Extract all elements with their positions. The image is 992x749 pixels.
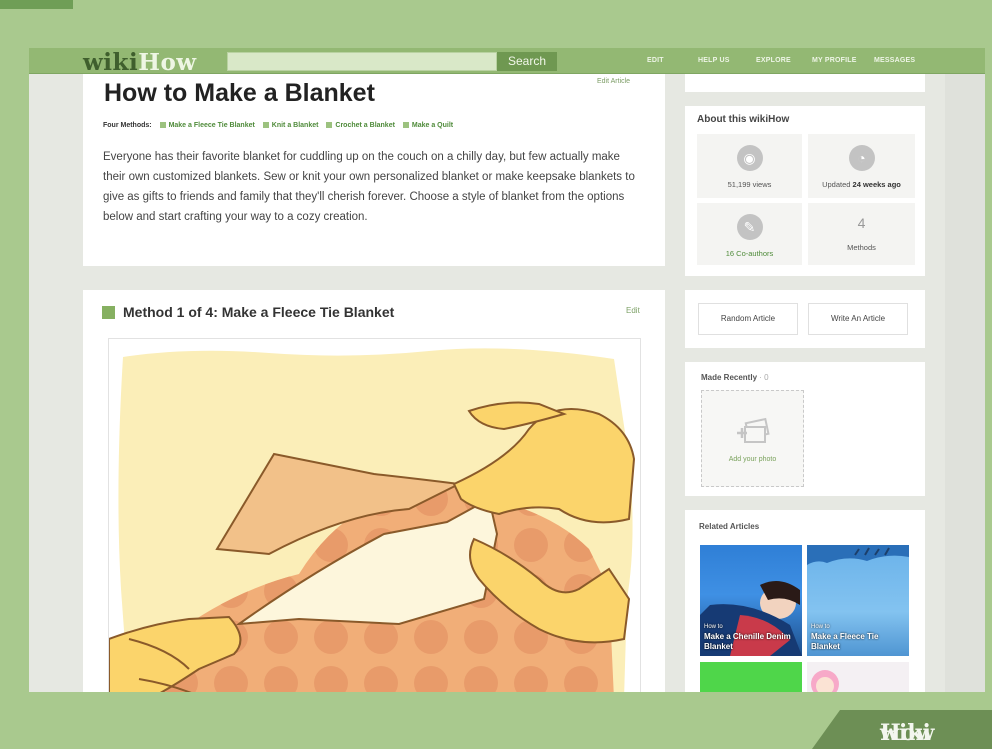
write-article-button[interactable]: Write An Article bbox=[808, 303, 908, 335]
stat-methods: 4 Methods bbox=[808, 203, 915, 265]
method-link-quilt[interactable]: Make a Quilt bbox=[402, 122, 453, 129]
methods-label: Four Methods: bbox=[103, 122, 152, 129]
nav-help-us[interactable]: HELP US bbox=[698, 48, 730, 74]
random-article-button[interactable]: Random Article bbox=[698, 303, 798, 335]
clock-icon: ◔ bbox=[848, 145, 875, 171]
stat-views: ◉ 51,199 views bbox=[697, 134, 802, 198]
step-illustration bbox=[108, 338, 641, 692]
views-count: 51,199 views bbox=[727, 180, 772, 189]
search-button[interactable]: Search bbox=[497, 52, 557, 71]
blanket-illustration-image bbox=[109, 339, 640, 692]
add-photo-button[interactable]: Add your photo bbox=[701, 390, 804, 487]
edit-article-link[interactable]: Edit Article bbox=[597, 78, 630, 85]
related-articles-title: Related Articles bbox=[699, 522, 760, 531]
search-input[interactable] bbox=[227, 52, 497, 71]
methods-count: 4 bbox=[857, 215, 866, 231]
right-gutter bbox=[945, 74, 985, 692]
about-title: About this wikiHow bbox=[697, 114, 790, 125]
related-article-thumb-fleece[interactable]: How to Make a Fleece Tie Blanket bbox=[807, 545, 909, 656]
method-edit-link[interactable]: Edit bbox=[626, 306, 640, 315]
top-nav-bar: wikiHow Search EDIT HELP US EXPLORE MY P… bbox=[29, 48, 985, 76]
related-article-thumb-chenille[interactable]: How to Make a Chenille Denim Blanket bbox=[700, 545, 802, 656]
related-article-thumb-3[interactable] bbox=[700, 662, 802, 692]
nav-edit[interactable]: EDIT bbox=[647, 48, 664, 74]
nav-my-profile[interactable]: MY PROFILE bbox=[812, 48, 857, 74]
add-photo-icon bbox=[736, 417, 770, 443]
add-photo-label: Add your photo bbox=[728, 456, 777, 463]
corner-accent bbox=[0, 0, 73, 9]
article-intro-text: Everyone has their favorite blanket for … bbox=[103, 151, 635, 223]
nav-explore[interactable]: EXPLORE bbox=[756, 48, 791, 74]
method-marker-icon bbox=[102, 306, 115, 319]
wikihow-logo[interactable]: wikiHow bbox=[83, 49, 197, 76]
stat-updated: ◔ Updated 24 weeks ago bbox=[808, 134, 915, 198]
nav-messages[interactable]: MESSAGES bbox=[874, 48, 915, 74]
pencil-icon: ✎ bbox=[736, 214, 763, 240]
made-recently-title: Made Recently · 0 bbox=[701, 373, 769, 382]
methods-list: Four Methods: Make a Fleece Tie Blanket … bbox=[103, 122, 453, 129]
stat-coauthors[interactable]: ✎ 16 Co-authors bbox=[697, 203, 802, 265]
browser-page: wikiHow Search EDIT HELP US EXPLORE MY P… bbox=[29, 48, 985, 692]
method-heading: Method 1 of 4: Make a Fleece Tie Blanket bbox=[102, 304, 394, 320]
wikihow-watermark: wiki How bbox=[812, 710, 992, 749]
method-link-knit[interactable]: Knit a Blanket bbox=[262, 122, 318, 129]
sidebar-top-card bbox=[685, 74, 925, 92]
method-link-fleece[interactable]: Make a Fleece Tie Blanket bbox=[159, 122, 255, 129]
updated-text: Updated 24 weeks ago bbox=[822, 180, 901, 189]
related-article-thumb-4[interactable] bbox=[807, 662, 909, 692]
eye-icon: ◉ bbox=[736, 145, 763, 171]
article-title: How to Make a Blanket bbox=[104, 79, 375, 107]
coauthors-link[interactable]: 16 Co-authors bbox=[697, 249, 802, 258]
methods-count-label: Methods bbox=[847, 243, 876, 252]
method-link-crochet[interactable]: Crochet a Blanket bbox=[326, 122, 395, 129]
